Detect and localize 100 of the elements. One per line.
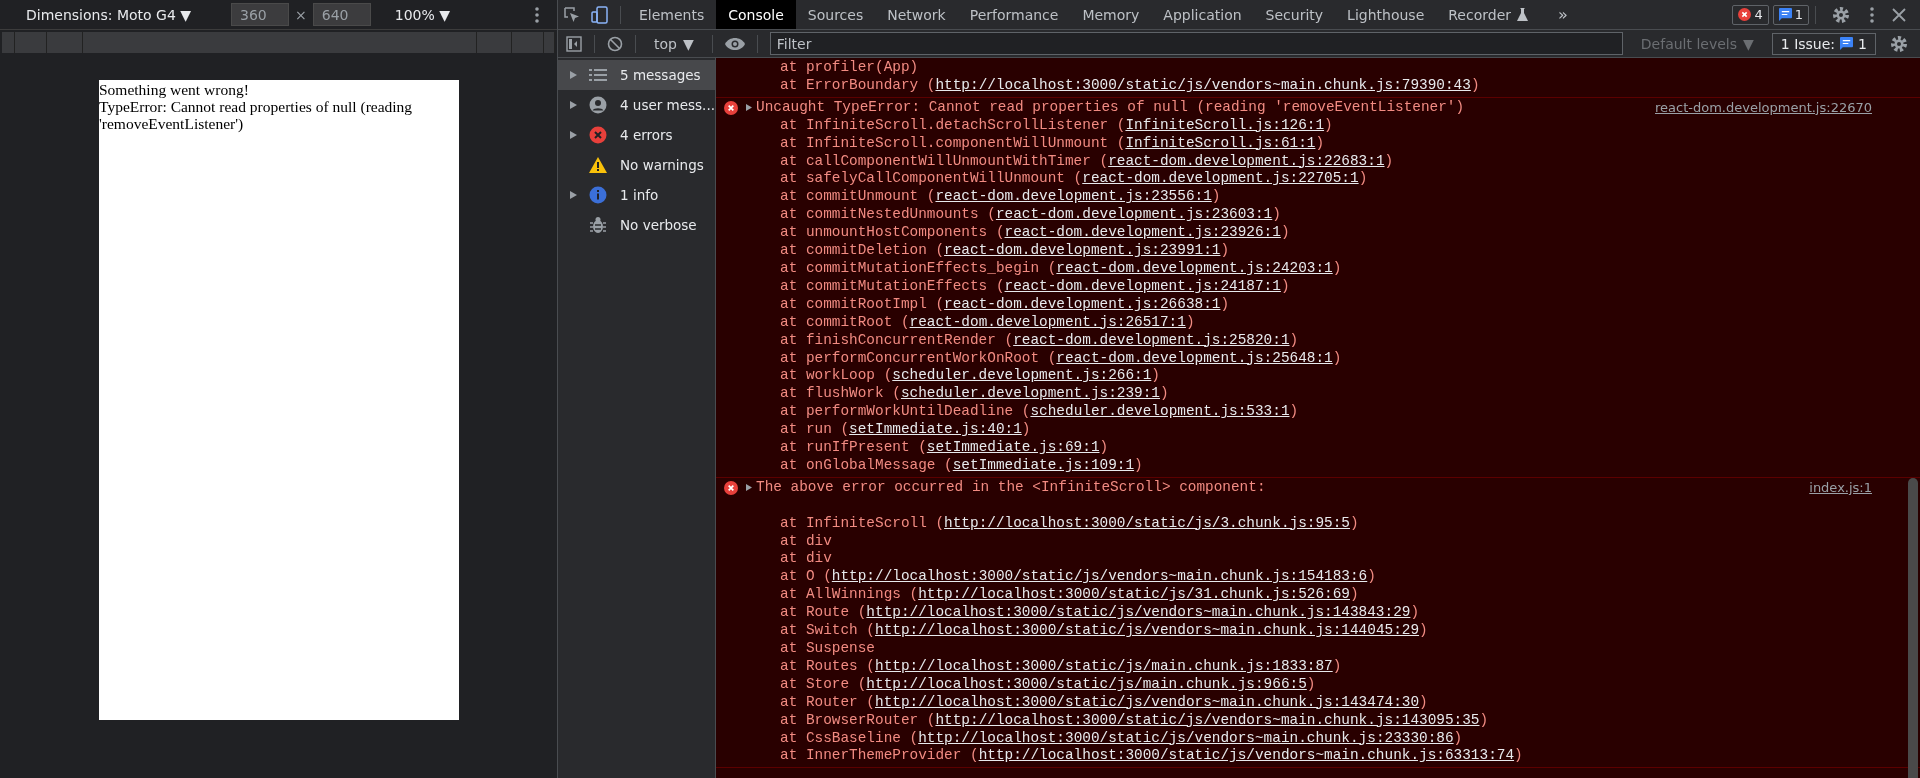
expand-arrow-icon[interactable] xyxy=(746,104,752,112)
source-link[interactable]: react-dom.development.js:23556:1 xyxy=(935,188,1212,205)
stack-trace-line: at Suspense xyxy=(779,640,876,658)
settings-icon[interactable] xyxy=(1832,5,1850,24)
source-link[interactable]: InfiniteScroll.js:126:1 xyxy=(1125,116,1325,133)
device-toggle-icon[interactable] xyxy=(591,5,609,24)
issues-button[interactable]: 1 Issue: 1 xyxy=(1771,32,1876,55)
sidebar-item[interactable]: 4 user mess... xyxy=(558,90,715,120)
source-link[interactable]: http://localhost:3000/static/js/vendors~main.chunk.js:143843:29 xyxy=(866,604,1411,621)
settings-icon[interactable] xyxy=(1890,34,1908,53)
zoom-dropdown[interactable]: 100% ▼ xyxy=(394,6,451,23)
source-link[interactable]: index.js:1 xyxy=(1809,478,1872,497)
tab[interactable]: Network xyxy=(875,0,958,29)
sidebar-toggle-icon[interactable] xyxy=(566,35,582,52)
stack-trace-line: at performConcurrentWorkOnRoot (react-dom.development.js:25648:1) xyxy=(779,349,1343,368)
width-field[interactable]: 360 xyxy=(231,3,290,26)
stack-trace-line: at commitDeletion (react-dom.development.js:23991:1) xyxy=(779,242,1231,260)
source-link[interactable]: react-dom.development.js:26517:1 xyxy=(909,313,1186,330)
error-icon xyxy=(724,100,738,115)
sidebar-item[interactable]: 1 info xyxy=(558,180,715,210)
source-link[interactable]: http://localhost:3000/static/js/main.chunk.js:1833:87 xyxy=(875,657,1333,674)
context-dropdown[interactable]: top ▼ xyxy=(648,34,700,53)
source-link[interactable]: scheduler.development.js:533:1 xyxy=(1030,403,1290,420)
source-link[interactable]: react-dom.development.js:26638:1 xyxy=(944,295,1221,312)
source-link[interactable]: http://localhost:3000/static/js/31.chunk.js:526:69 xyxy=(918,586,1350,603)
source-link[interactable]: http://localhost:3000/static/js/vendors~main.chunk.js:144045:29 xyxy=(875,622,1420,639)
error-count-badge[interactable]: 4 xyxy=(1732,4,1769,25)
tab[interactable]: Security xyxy=(1253,0,1336,29)
clear-icon[interactable] xyxy=(607,35,623,52)
device-dropdown[interactable]: Dimensions: Moto G4 ▼ xyxy=(26,6,192,23)
source-link[interactable]: react-dom.development.js:24203:1 xyxy=(1056,259,1333,276)
source-link[interactable]: scheduler.development.js:266:1 xyxy=(892,367,1152,384)
inspect-icon[interactable] xyxy=(564,6,580,23)
stack-trace-line: at commitMutationEffects_begin (react-dom.development.js:24203:1) xyxy=(779,259,1343,278)
sidebar-item[interactable]: No warnings xyxy=(558,150,715,180)
stack-trace-line: at unmountHostComponents (react-dom.development.js:23926:1) xyxy=(779,224,1291,243)
tab[interactable]: Recorder xyxy=(1436,0,1540,29)
tab[interactable]: Console xyxy=(716,0,796,29)
expand-arrow-icon[interactable] xyxy=(570,191,577,199)
source-link[interactable]: setImmediate.js:69:1 xyxy=(926,439,1100,456)
user-icon xyxy=(589,96,607,114)
sidebar-item[interactable]: No verbose xyxy=(558,210,715,240)
source-link[interactable]: react-dom.development.js:25648:1 xyxy=(1056,349,1333,366)
flask-icon xyxy=(1517,8,1528,21)
expand-arrow-icon[interactable] xyxy=(570,131,577,139)
stack-trace-line: at Store (http://localhost:3000/static/js/main.chunk.js:966:5) xyxy=(779,675,1317,694)
source-link[interactable]: react-dom.development.js:24187:1 xyxy=(1004,277,1281,294)
source-link[interactable]: react-dom.development.js:22670 xyxy=(1655,98,1872,117)
source-link[interactable]: http://localhost:3000/static/js/vendors~main.chunk.js:154183:6 xyxy=(831,568,1368,585)
source-link[interactable]: setImmediate.js:109:1 xyxy=(952,456,1135,473)
message-count-badge[interactable]: 1 xyxy=(1772,4,1809,25)
more-tabs-button[interactable]: » xyxy=(1552,4,1574,25)
expand-arrow-icon[interactable] xyxy=(746,484,752,492)
stack-trace-line: at workLoop (scheduler.development.js:266:1) xyxy=(779,367,1161,386)
stack-trace-line: at div xyxy=(779,532,833,551)
stack-trace-line: at run (setImmediate.js:40:1) xyxy=(779,421,1032,440)
tab[interactable]: Sources xyxy=(795,0,876,29)
expand-arrow-icon[interactable] xyxy=(570,71,577,79)
scrollbar-thumb[interactable] xyxy=(1908,478,1918,778)
height-field[interactable]: 640 xyxy=(312,3,371,26)
source-link[interactable]: http://localhost:3000/static/js/vendors~main.chunk.js:23330:86 xyxy=(918,729,1454,746)
sidebar-item[interactable]: 4 errors xyxy=(558,120,715,150)
tab[interactable]: Memory xyxy=(1070,0,1152,29)
close-icon[interactable] xyxy=(1892,7,1906,22)
tab[interactable]: Application xyxy=(1151,0,1254,29)
stack-trace-line: at profiler(App) xyxy=(779,59,920,77)
source-link[interactable]: http://localhost:3000/static/js/vendors~main.chunk.js:79390:43 xyxy=(935,76,1471,93)
stack-trace-line: at O (http://localhost:3000/static/js/vendors~main.chunk.js:154183:6) xyxy=(779,568,1377,587)
source-link[interactable]: react-dom.development.js:23603:1 xyxy=(995,206,1273,223)
more-icon[interactable] xyxy=(535,6,539,23)
error-icon xyxy=(589,126,607,144)
source-link[interactable]: scheduler.development.js:239:1 xyxy=(900,385,1160,402)
eye-icon[interactable] xyxy=(724,36,745,51)
more-icon[interactable] xyxy=(1870,6,1874,23)
source-link[interactable]: http://localhost:3000/static/js/vendors~main.chunk.js:143095:35 xyxy=(935,711,1480,728)
source-link[interactable]: http://localhost:3000/static/js/3.chunk.js:95:5 xyxy=(944,514,1350,531)
tab[interactable]: Lighthouse xyxy=(1335,0,1437,29)
source-link[interactable]: setImmediate.js:40:1 xyxy=(849,421,1022,438)
tab[interactable]: Elements xyxy=(627,0,717,29)
source-link[interactable]: http://localhost:3000/static/js/vendors~main.chunk.js:143474:30 xyxy=(875,693,1420,710)
stack-trace-line: at AllWinnings (http://localhost:3000/static/js/31.chunk.js:526:69) xyxy=(779,586,1360,605)
source-link[interactable]: react-dom.development.js:23926:1 xyxy=(1004,224,1281,241)
source-link[interactable]: http://localhost:3000/static/js/main.chunk.js:966:5 xyxy=(866,675,1307,692)
source-link[interactable]: react-dom.development.js:22705:1 xyxy=(1082,170,1359,187)
error-icon xyxy=(724,480,738,495)
source-link[interactable]: react-dom.development.js:23991:1 xyxy=(944,242,1221,259)
sidebar-item[interactable]: 5 messages xyxy=(558,60,715,90)
source-link[interactable]: InfiniteScroll.js:61:1 xyxy=(1125,134,1316,151)
source-link[interactable]: http://localhost:3000/static/js/vendors~main.chunk.js:63313:74 xyxy=(978,747,1515,764)
stack-trace-line: at InfiniteScroll.componentWillUnmount (InfiniteScroll.js:61:1) xyxy=(779,134,1326,153)
warning-icon xyxy=(589,157,607,173)
filter-field[interactable]: Filter xyxy=(769,32,1623,55)
source-link[interactable]: react-dom.development.js:22683:1 xyxy=(1108,152,1385,169)
error-message: Uncaught TypeError: Cannot read properties of null (reading 'removeEventListener') xyxy=(756,98,1465,117)
stack-trace-line: at performWorkUntilDeadline (scheduler.development.js:533:1) xyxy=(779,403,1300,422)
tab[interactable]: Performance xyxy=(957,0,1071,29)
stack-trace-line: at div xyxy=(779,550,833,569)
source-link[interactable]: react-dom.development.js:25820:1 xyxy=(1013,331,1290,348)
expand-arrow-icon[interactable] xyxy=(570,101,577,109)
stack-trace-line: at safelyCallComponentWillUnmount (react-dom.development.js:22705:1) xyxy=(779,170,1369,189)
